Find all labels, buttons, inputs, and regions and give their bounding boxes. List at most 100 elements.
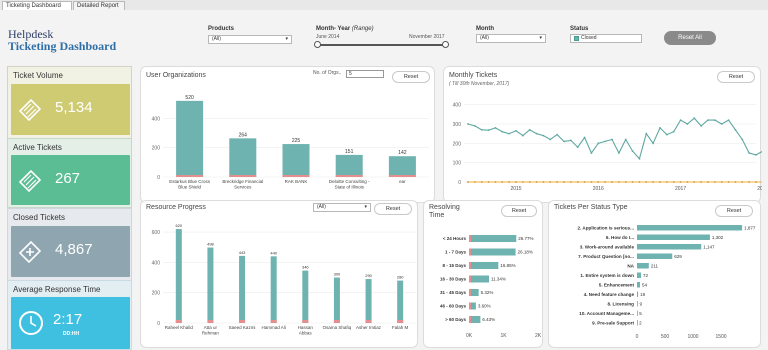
month-year-label-text: Month- Year [316, 26, 351, 32]
bar [637, 234, 710, 240]
ticket-volume-panel[interactable]: Ticket Volume 5,134 [7, 66, 132, 139]
status-select-value: Closed [581, 35, 597, 41]
y-tick-label: NA [627, 264, 634, 269]
active-tickets-title: Active Tickets [13, 143, 62, 152]
month-year-slider-start-handle[interactable] [314, 41, 321, 48]
closed-tickets-panel[interactable]: Closed Tickets 4,867 [7, 208, 132, 281]
data-point [515, 181, 517, 183]
y-tick-label: 400 [152, 260, 161, 266]
data-point [755, 154, 757, 156]
x-tick-label: 1K [500, 333, 507, 339]
data-point [638, 157, 641, 160]
data-point [556, 133, 559, 136]
data-point [741, 138, 744, 141]
bar-segment [469, 302, 471, 310]
bar-segment [239, 320, 246, 323]
y-tick-label: 8 - 15 Days [442, 263, 466, 268]
x-tick-label: Hammad Ali [262, 325, 286, 330]
data-point [590, 152, 593, 154]
data-label: 498 [207, 242, 214, 247]
closed-tickets-title: Closed Tickets [13, 213, 66, 222]
month-year-slider-end-handle[interactable] [442, 41, 449, 48]
data-point [563, 140, 565, 143]
data-label: 280 [397, 275, 404, 280]
status-select[interactable]: Closed [570, 34, 642, 43]
x-tick-label: Hassan [298, 325, 314, 330]
data-label: 26.77% [518, 236, 533, 241]
closed-tickets-box: 4,867 [11, 226, 130, 277]
data-point [542, 181, 545, 183]
data-label: 142 [398, 150, 407, 156]
bar [388, 156, 416, 177]
y-tick-label: 46 - 60 Days [440, 304, 467, 309]
bar-segment [302, 320, 309, 323]
data-label: 19 [640, 292, 646, 297]
x-tick-label: Atta ur [204, 325, 218, 330]
ticket-volume-box: 5,134 [11, 84, 130, 135]
ticket-volume-title: Ticket Volume [13, 71, 63, 80]
status-filter-label: Status [570, 26, 589, 32]
data-point [597, 142, 600, 145]
status-color-swatch [574, 36, 579, 41]
data-point [528, 128, 531, 131]
data-point [569, 139, 572, 142]
data-label: 9 [640, 302, 643, 307]
data-point [748, 181, 751, 183]
bar [637, 320, 638, 326]
data-point [693, 181, 696, 183]
data-label: 211 [651, 264, 659, 269]
x-tick-label: Asher Imtiaz [356, 325, 382, 330]
data-point [535, 132, 538, 135]
data-point [487, 181, 490, 183]
x-tick-label: RAK BANK [285, 179, 308, 184]
products-select[interactable]: (All) ▾ [208, 35, 292, 44]
monthly-tickets-chart: 0 100 200 300 400 2015 2016 2017 2018 [453, 103, 762, 192]
y-tick-label: 400 [453, 103, 462, 109]
clock-icon [19, 311, 43, 335]
x-tick-label: 2016 [593, 186, 604, 192]
y-tick-label: 600 [152, 230, 161, 236]
x-tick-label: 500 [661, 334, 670, 340]
active-tickets-panel[interactable]: Active Tickets 267 [7, 138, 132, 208]
tab-ticketing-dashboard[interactable]: Ticketing Dashboard [2, 1, 72, 10]
bar [637, 253, 673, 259]
user-organizations-chart: 0 200 400 520 Estarkus Blue CrossBlue Shield… [152, 95, 429, 190]
x-tick-label: Breckridge Financial [222, 179, 263, 184]
ticket-icon [18, 169, 42, 193]
bar-segment [176, 175, 204, 177]
ticket-icon [18, 98, 42, 122]
dashboard: Helpdesk Ticketing Dashboard Products (A… [0, 10, 768, 350]
x-tick-label: Deloitte Consulting - [329, 179, 370, 184]
tab-bar: Ticketing Dashboard Detailed Report [0, 0, 768, 10]
data-point [755, 181, 757, 183]
y-tick-label: 300 [453, 122, 462, 128]
y-tick-label: 9. Pre-sale Support [592, 321, 634, 326]
month-year-slider-track[interactable] [318, 44, 446, 46]
resource-progress-panel: Resource Progress (All) ▾ Reset 0 200 400 6… [140, 200, 418, 348]
x-tick-label: Services [234, 185, 252, 190]
bar [270, 256, 277, 323]
bar-segment [397, 320, 404, 323]
month-year-label-suffix: (Range) [351, 26, 374, 32]
data-point [707, 181, 709, 183]
data-label: 264 [239, 132, 248, 138]
data-point [528, 181, 531, 183]
bar [397, 280, 404, 323]
tab-detailed-report[interactable]: Detailed Report [73, 1, 125, 10]
data-point [583, 136, 586, 139]
x-tick-label: 0 [636, 334, 639, 340]
bar [637, 310, 638, 316]
x-tick-label: Osama Shafiq [323, 325, 352, 330]
data-point [508, 181, 511, 183]
month-year-start: June 2014 [316, 34, 340, 40]
data-point [734, 181, 737, 183]
data-point [624, 138, 627, 141]
bar-segment [469, 262, 471, 269]
month-select[interactable]: (All) ▾ [476, 34, 546, 43]
avg-response-panel[interactable]: Average Response Time 2:17 DD:HH [7, 280, 132, 350]
y-tick-label: 8. Licensing [607, 302, 634, 307]
reset-all-button[interactable]: Reset All [664, 31, 716, 45]
data-label: 346 [302, 265, 309, 270]
bar [469, 235, 517, 242]
bar [239, 255, 246, 323]
